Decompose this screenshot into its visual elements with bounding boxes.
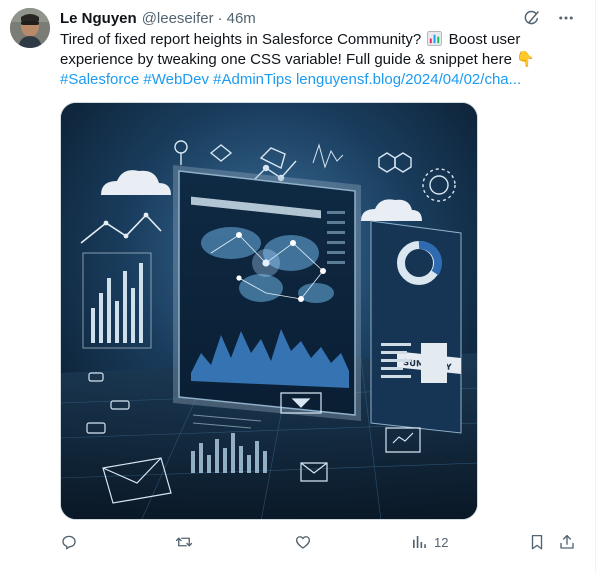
reply-button[interactable]: [60, 533, 78, 551]
repost-button[interactable]: [175, 533, 193, 551]
tweet-text-part: Tired of fixed report heights in Salesfo…: [60, 31, 422, 48]
grok-icon[interactable]: [521, 7, 543, 29]
tweet-text-line-1: Tired of fixed report heights in Salesfo…: [60, 30, 580, 50]
top-right-icons: [521, 7, 577, 29]
avatar[interactable]: [10, 8, 50, 48]
timestamp[interactable]: 46m: [227, 10, 256, 27]
more-icon[interactable]: [555, 7, 577, 29]
like-button[interactable]: [294, 533, 312, 551]
views-button[interactable]: 12: [410, 533, 448, 551]
tweet-text-part: Boost user: [448, 31, 521, 48]
tweet-text-line-3: #Salesforce #WebDev #AdminTips lenguyens…: [60, 70, 580, 90]
tweet-header: Le Nguyen @leeseifer · 46m: [60, 8, 256, 28]
share-button[interactable]: [558, 533, 576, 551]
tweet-text-line-2: experience by tweaking one CSS variable!…: [60, 50, 580, 70]
author-name[interactable]: Le Nguyen: [60, 10, 137, 27]
share-icon: [558, 533, 576, 551]
tweet: Le Nguyen @leeseifer · 46m Tired of fixe…: [0, 0, 596, 573]
bookmark-button[interactable]: [528, 533, 546, 551]
hashtags[interactable]: #Salesforce #WebDev #AdminTips: [60, 71, 292, 88]
views-icon: [410, 533, 428, 551]
repost-icon: [175, 533, 193, 551]
views-count: 12: [434, 534, 449, 550]
pointing-down-emoji-icon: 👇: [516, 51, 535, 68]
like-icon: [294, 533, 312, 551]
bookmark-icon: [528, 533, 546, 551]
tweet-text: Tired of fixed report heights in Salesfo…: [60, 30, 580, 90]
separator-dot: ·: [217, 9, 223, 27]
action-bar: 12: [60, 533, 580, 555]
tweet-text-part: experience by tweaking one CSS variable!…: [60, 51, 512, 68]
reply-icon: [60, 533, 78, 551]
post-image[interactable]: SUMMARY: [60, 102, 478, 520]
post-link[interactable]: lenguyensf.blog/2024/04/02/cha...: [296, 71, 521, 88]
bar-chart-emoji-icon: [427, 31, 443, 46]
author-handle[interactable]: @leeseifer: [142, 10, 214, 27]
